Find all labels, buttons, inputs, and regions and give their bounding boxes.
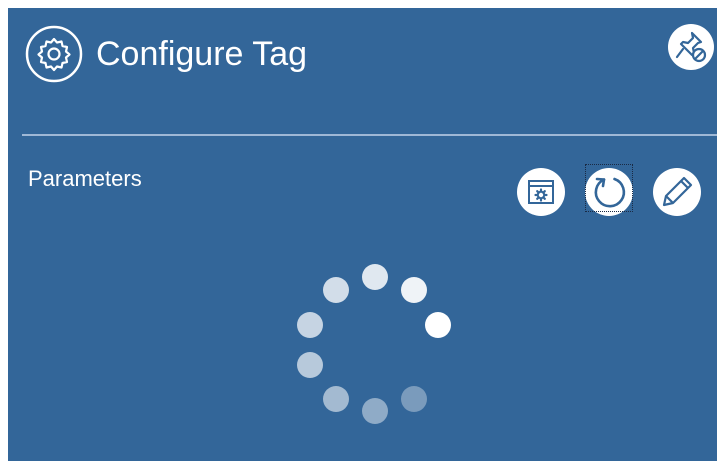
loading-spinner bbox=[288, 264, 451, 430]
spinner-dot bbox=[362, 264, 388, 290]
edit-button[interactable] bbox=[653, 168, 701, 216]
header-divider bbox=[22, 134, 717, 136]
spinner-dot bbox=[297, 352, 323, 378]
refresh-button[interactable] bbox=[585, 168, 633, 216]
spinner-dot bbox=[362, 398, 388, 424]
spinner-dot bbox=[401, 386, 427, 412]
spinner-dot bbox=[323, 386, 349, 412]
gear-icon bbox=[25, 25, 83, 83]
spinner-dot bbox=[323, 277, 349, 303]
spinner-dot bbox=[401, 277, 427, 303]
settings-window-button[interactable] bbox=[517, 168, 565, 216]
unpin-icon[interactable] bbox=[668, 24, 714, 70]
spinner-dot bbox=[425, 312, 451, 338]
spinner-dot bbox=[297, 312, 323, 338]
configure-tag-panel: Configure Tag Parameters bbox=[8, 8, 717, 461]
parameters-label: Parameters bbox=[28, 166, 142, 191]
page-title: Configure Tag bbox=[96, 35, 308, 73]
